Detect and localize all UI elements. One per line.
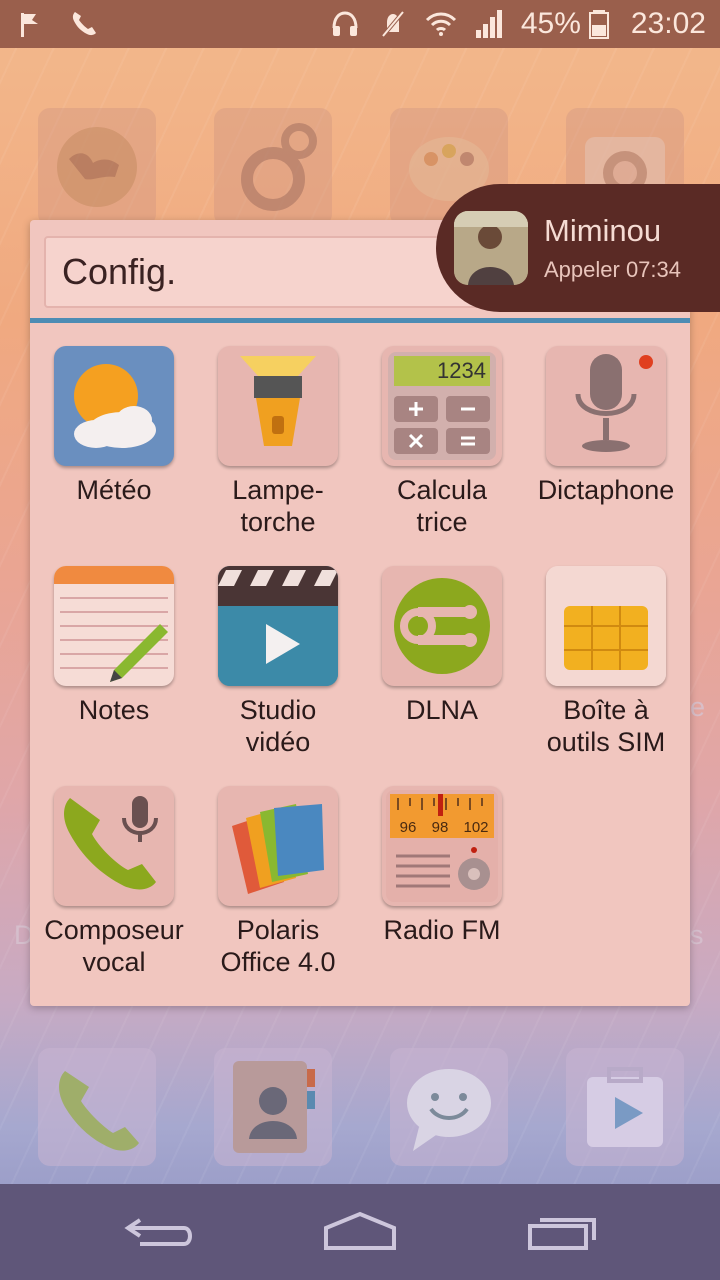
app-label: Calcula trice	[396, 475, 488, 537]
radio-scale-96: 96	[400, 819, 417, 836]
app-label: Polaris Office 4.0	[220, 915, 336, 977]
mute-icon	[377, 8, 409, 40]
dock-phone-icon[interactable]	[38, 1048, 156, 1166]
recent-apps-icon	[528, 1218, 596, 1250]
app-label: Météo	[76, 475, 152, 505]
headphones-icon	[329, 8, 361, 40]
video-studio-icon	[218, 566, 338, 686]
battery-percentage: 45%	[520, 7, 581, 40]
dlna-icon	[382, 566, 502, 686]
sim-card-icon	[546, 566, 666, 686]
clock: 23:02	[630, 7, 706, 40]
polaris-office-icon	[218, 786, 338, 906]
radio-scale-98: 98	[432, 819, 449, 836]
dock-messaging-icon[interactable]	[390, 1048, 508, 1166]
notes-icon	[54, 566, 174, 686]
app-radio-fm[interactable]: 96 98 102 Radio FM	[360, 786, 524, 946]
calculator-icon: 1234	[382, 346, 502, 466]
dock-play-store-icon[interactable]	[566, 1048, 684, 1166]
settings-icon[interactable]	[214, 108, 332, 226]
edge-label-e: e	[690, 692, 706, 722]
radio-scale-102: 102	[463, 819, 488, 836]
app-label: Boîte à outils SIM	[546, 695, 666, 757]
app-dlna[interactable]: DLNA	[360, 566, 524, 726]
folder-divider	[30, 318, 690, 323]
app-dictaphone[interactable]: Dictaphone	[524, 346, 688, 506]
app-polaris-office[interactable]: Polaris Office 4.0	[196, 786, 360, 978]
status-bar: 45% 23:02	[0, 0, 720, 48]
app-label: Studio vidéo	[239, 695, 317, 757]
voice-dialer-icon	[54, 786, 174, 906]
call-notification[interactable]: Miminou Appeler 07:34	[436, 184, 720, 312]
app-label: Radio FM	[383, 915, 501, 945]
home-button[interactable]	[320, 1206, 400, 1258]
flag-icon	[14, 8, 46, 40]
phone-icon	[68, 8, 100, 40]
wifi-icon	[425, 8, 457, 40]
app-notes[interactable]: Notes	[32, 566, 196, 726]
app-label: DLNA	[405, 695, 479, 725]
recent-apps-button[interactable]	[522, 1206, 602, 1258]
app-label: Composeur vocal	[44, 915, 184, 977]
back-button[interactable]	[120, 1206, 200, 1258]
app-composeur-vocal[interactable]: Composeur vocal	[32, 786, 196, 978]
microphone-icon	[546, 346, 666, 466]
app-label: Notes	[78, 695, 150, 725]
radio-icon: 96 98 102	[382, 786, 502, 906]
app-label: Dictaphone	[537, 475, 675, 505]
app-lampe-torche[interactable]: Lampe- torche	[196, 346, 360, 538]
weather-icon	[54, 346, 174, 466]
signal-icon	[473, 8, 505, 40]
navigation-bar	[0, 1184, 720, 1280]
edge-label-s: s	[690, 920, 704, 950]
app-boite-outils-sim[interactable]: Boîte à outils SIM	[524, 566, 688, 758]
home-icon	[324, 1211, 396, 1250]
maps-icon[interactable]	[38, 108, 156, 226]
app-meteo[interactable]: Météo	[32, 346, 196, 506]
dock-contacts-icon[interactable]	[214, 1048, 332, 1166]
battery-icon	[583, 8, 615, 40]
app-folder: Config. Météo Lampe- torche 1234 Calcula…	[30, 220, 690, 1006]
call-subtitle: Appeler 07:34	[544, 257, 681, 282]
calculator-display: 1234	[437, 358, 486, 383]
back-icon	[124, 1218, 192, 1246]
app-label: Lampe- torche	[232, 475, 324, 537]
flashlight-icon	[218, 346, 338, 466]
app-studio-video[interactable]: Studio vidéo	[196, 566, 360, 758]
app-calculatrice[interactable]: 1234 Calcula trice	[360, 346, 524, 538]
caller-name: Miminou	[544, 213, 662, 248]
avatar	[454, 211, 528, 285]
